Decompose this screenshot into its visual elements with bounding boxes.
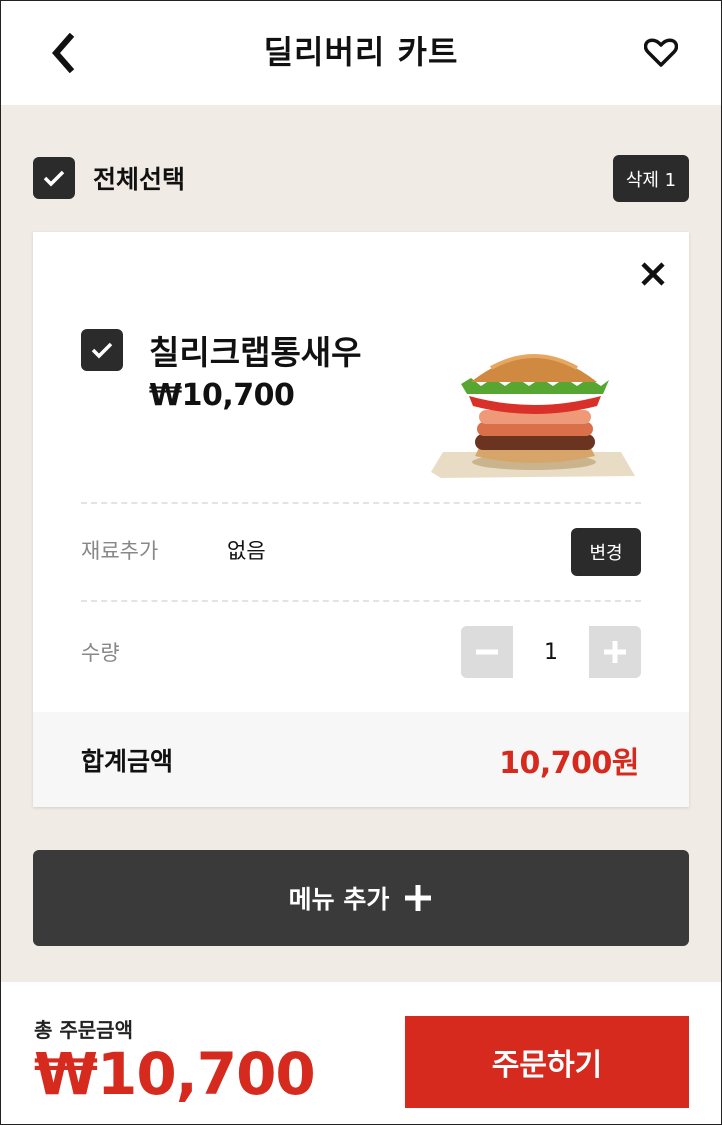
divider (81, 600, 641, 602)
select-all-label: 전체선택 (93, 165, 186, 194)
quantity-label: 수량 (81, 641, 120, 665)
select-all-checkbox[interactable] (33, 157, 75, 199)
options-value: 없음 (227, 539, 266, 563)
order-button[interactable]: 주문하기 (405, 1016, 689, 1108)
favorite-button[interactable] (637, 29, 685, 77)
item-total-bar: 합계금액 10,700원 (33, 712, 689, 807)
burger-image (431, 354, 635, 478)
increase-quantity-button[interactable] (589, 626, 641, 678)
delete-selected-button[interactable]: 삭제 1 (613, 155, 689, 202)
close-icon (641, 262, 665, 286)
item-name: 칠리크랩통새우 (149, 333, 362, 372)
remove-item-button[interactable] (633, 254, 673, 294)
item-total-label: 합계금액 (81, 747, 174, 776)
heart-outline-icon (644, 38, 678, 67)
divider (81, 502, 641, 504)
options-label: 재료추가 (81, 539, 159, 563)
check-icon (43, 170, 65, 187)
change-options-button[interactable]: 변경 (571, 528, 641, 576)
item-total-value: 10,700원 (499, 746, 639, 781)
decrease-quantity-button[interactable] (461, 626, 513, 678)
select-all-toggle[interactable]: 전체선택 (33, 157, 185, 199)
item-price: ₩10,700 (149, 378, 295, 413)
quantity-stepper: 1 (461, 626, 641, 678)
minus-icon (476, 649, 498, 655)
cart-item-card: 칠리크랩통새우 ₩10,700 재료추가 없음 변경 수량 1 합계금액 10,… (33, 232, 689, 807)
header: 딜리버리 카트 (1, 1, 721, 105)
quantity-value: 1 (513, 626, 589, 678)
item-checkbox[interactable] (81, 329, 123, 371)
add-menu-label: 메뉴 추가 (288, 885, 390, 914)
check-icon (91, 342, 113, 359)
plus-icon (405, 885, 432, 911)
page-title: 딜리버리 카트 (263, 33, 459, 71)
order-total-label: 총 주문금액 (34, 1018, 133, 1042)
plus-icon (604, 641, 626, 663)
order-footer: 총 주문금액 ₩10,700 주문하기 (1, 982, 721, 1124)
order-total-value: ₩10,700 (34, 1040, 316, 1108)
add-menu-button[interactable]: 메뉴 추가 (33, 850, 689, 946)
